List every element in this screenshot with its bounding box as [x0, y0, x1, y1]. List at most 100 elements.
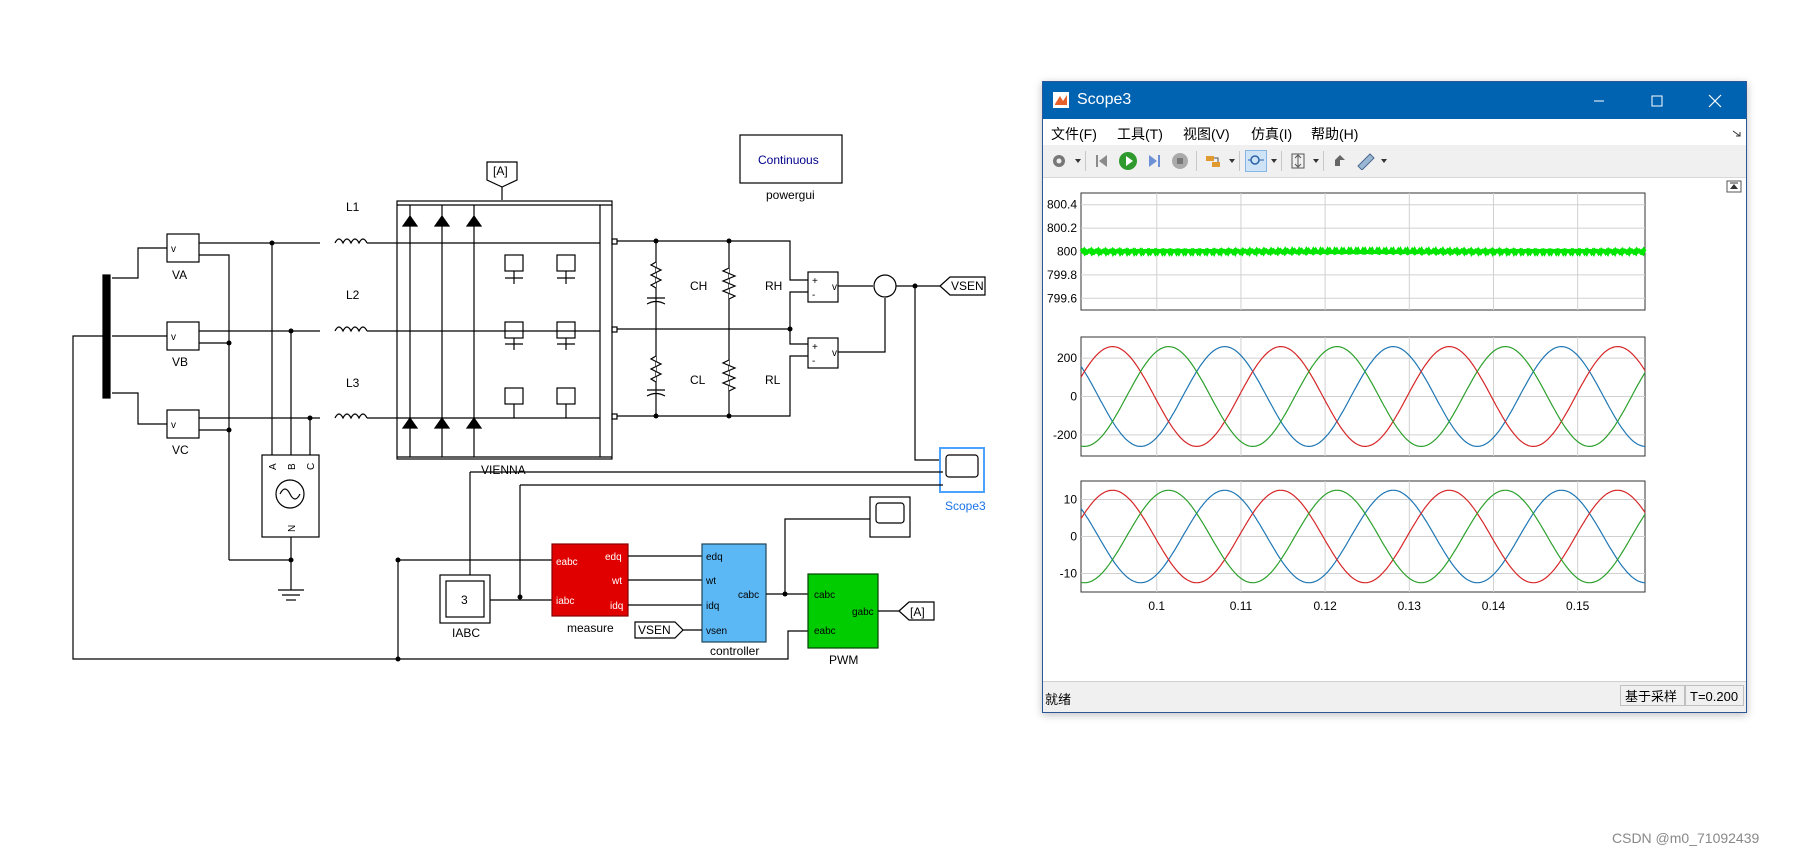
highlight-icon [1206, 156, 1220, 167]
source-label-vb: VB [172, 355, 188, 369]
separator [1323, 151, 1324, 171]
step-forward-button[interactable] [1143, 150, 1165, 172]
source-port-n: N [287, 525, 298, 532]
iabc-constant-value: 3 [461, 593, 468, 607]
maximize-icon [1651, 95, 1663, 106]
step-back-button[interactable] [1091, 150, 1113, 172]
autoscale-button[interactable] [1287, 150, 1309, 172]
x-tick-label: 0.15 [1566, 599, 1590, 613]
resistor-label-rh: RH [765, 279, 782, 293]
y-tick-label: 0 [1070, 530, 1077, 544]
measure-out-idq: idq [610, 601, 623, 612]
run-button[interactable] [1117, 150, 1139, 172]
inductor-label-l2: L2 [346, 288, 360, 302]
separator [1085, 151, 1086, 171]
status-sample-mode: 基于采样 [1620, 685, 1685, 706]
y-tick-label: 800.2 [1047, 221, 1077, 235]
capacitor-label-cl: CL [690, 373, 706, 387]
menu-view[interactable]: 视图(V) [1183, 124, 1230, 144]
autoscale-icon [1291, 153, 1305, 169]
cursor-button[interactable] [1329, 150, 1351, 172]
status-time: T=0.200 [1685, 685, 1744, 706]
separator [1196, 151, 1197, 171]
cursor-icon [1335, 155, 1345, 166]
step-forward-icon [1149, 155, 1160, 167]
y-tick-label: -200 [1053, 428, 1077, 442]
stop-button[interactable] [1169, 150, 1191, 172]
pwm-in-eabc: eabc [814, 626, 836, 637]
menu-file[interactable]: 文件(F) [1051, 124, 1097, 144]
goto-tag-top: [A] [493, 164, 508, 178]
y-tick-label: 800 [1057, 245, 1077, 259]
pwm-out-gabc: gabc [852, 607, 874, 618]
zoom-dropdown-icon[interactable] [1271, 159, 1277, 163]
source-label-vc: VC [172, 443, 189, 457]
controller-in-edq: edq [706, 552, 723, 563]
scope-window: Scope3 文件(F) 工具(T) 视图(V) 仿真(I) 帮助(H) 800… [1042, 81, 1747, 713]
plot-area: 800.4 800.2 800 799.8 799.6 200 0 -200 10 0 -10 0.1… [1043, 178, 1746, 681]
goto-tag-vsen: VSEN [951, 279, 984, 293]
status-bar: 就绪 基于采样 T=0.200 [1043, 681, 1746, 712]
from-tag-vsen: VSEN [638, 623, 671, 637]
x-tick-label: 0.13 [1398, 599, 1422, 613]
controller-in-wt: wt [705, 576, 716, 587]
menu-bar: 文件(F) 工具(T) 视图(V) 仿真(I) 帮助(H) [1043, 119, 1746, 145]
goto-tag-a: [A] [910, 605, 925, 619]
measure-icon [1357, 153, 1375, 170]
y-tick-label: 10 [1064, 493, 1078, 507]
controller-out-cabc: cabc [738, 590, 759, 601]
highlight-button[interactable] [1203, 150, 1225, 172]
controller-in-vsen: vsen [706, 626, 727, 637]
measure-out-edq: edq [605, 552, 622, 563]
measure-dropdown-icon[interactable] [1381, 159, 1387, 163]
scope-plots: 800.4 800.2 800 799.8 799.6 200 0 -200 10 0 -10 0.1… [1047, 180, 1742, 613]
separator [1281, 151, 1282, 171]
powergui-block-text[interactable]: Continuous [758, 153, 819, 167]
controller-label: controller [710, 644, 759, 658]
vm-port-vc: v [171, 420, 176, 431]
iabc-label: IABC [452, 626, 480, 640]
inductor-label-l1: L1 [346, 200, 360, 214]
vm-plus-rl: + [812, 342, 818, 353]
maximize-button[interactable] [1628, 82, 1686, 119]
y-tick-label: -10 [1060, 567, 1078, 581]
settings-button[interactable] [1048, 150, 1070, 172]
vm-minus-rl: - [812, 356, 815, 367]
zoom-button[interactable] [1245, 150, 1267, 172]
close-button[interactable] [1686, 82, 1744, 119]
y-tick-label: 799.6 [1047, 291, 1077, 305]
y-tick-label: 799.8 [1047, 268, 1077, 282]
scope3-label: Scope3 [945, 499, 986, 513]
separator [1239, 151, 1240, 171]
menu-help[interactable]: 帮助(H) [1311, 124, 1358, 144]
menu-simulation[interactable]: 仿真(I) [1251, 124, 1292, 144]
window-title: Scope3 [1077, 91, 1132, 108]
stop-icon [1172, 153, 1188, 169]
measure-label: measure [567, 621, 614, 635]
vm-plus-rh: + [812, 276, 818, 287]
undock-icon[interactable] [1732, 128, 1742, 138]
capacitor-label-ch: CH [690, 279, 707, 293]
status-ready: 就绪 [1045, 692, 1072, 707]
x-tick-label: 0.11 [1230, 599, 1253, 613]
powergui-label: powergui [766, 188, 815, 202]
minimize-button[interactable] [1570, 82, 1628, 119]
matlab-icon [1053, 92, 1069, 108]
x-tick-label: 0.14 [1482, 599, 1506, 613]
toolbar [1043, 145, 1746, 178]
step-back-icon [1096, 155, 1107, 167]
measure-button[interactable] [1355, 150, 1377, 172]
autoscale-dropdown-icon[interactable] [1313, 159, 1319, 163]
highlight-dropdown-icon[interactable] [1229, 159, 1235, 163]
simulink-diagram: VA VB VC v v v L1 L2 L3 [A] Continuous p… [72, 134, 986, 667]
title-bar[interactable]: Scope3 [1043, 82, 1746, 119]
settings-dropdown-icon[interactable] [1075, 159, 1081, 163]
source-port-c: C [306, 463, 317, 470]
pwm-in-cabc: cabc [814, 590, 835, 601]
y-tick-label: 200 [1057, 351, 1077, 365]
menu-tools[interactable]: 工具(T) [1117, 124, 1163, 144]
vm-minus-rh: - [812, 290, 815, 301]
close-icon [1708, 94, 1722, 107]
zoom-icon [1248, 155, 1264, 165]
gear-icon [1053, 155, 1065, 167]
